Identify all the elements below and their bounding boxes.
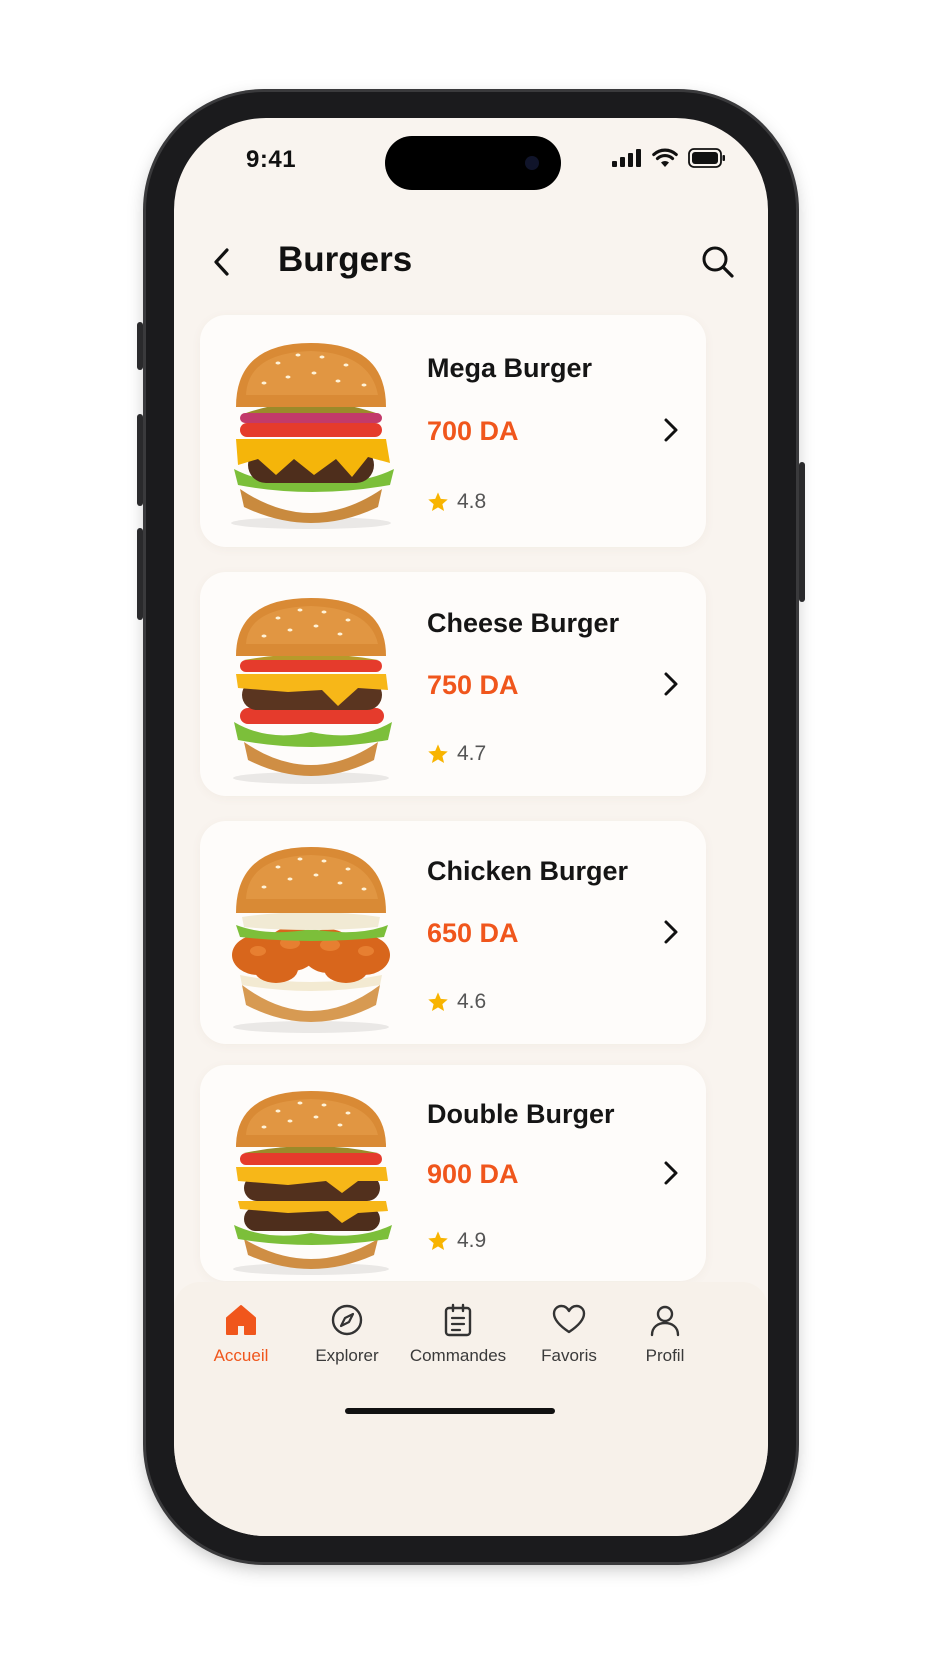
tab-favoris[interactable]: Favoris bbox=[514, 1300, 624, 1366]
rating-value: 4.9 bbox=[457, 1229, 487, 1252]
volume-down-button bbox=[137, 528, 143, 620]
star-icon bbox=[428, 992, 448, 1011]
product-name: Chicken Burger bbox=[427, 856, 629, 886]
rating-value: 4.8 bbox=[457, 490, 487, 513]
tab-explorer[interactable]: Explorer bbox=[292, 1300, 402, 1366]
status-icons bbox=[612, 148, 726, 168]
action-button bbox=[137, 322, 143, 370]
chevron-right-icon bbox=[658, 917, 684, 947]
tab-commandes[interactable]: Commandes bbox=[403, 1300, 513, 1366]
product-name: Cheese Burger bbox=[427, 608, 620, 638]
cellular-signal-icon bbox=[612, 149, 641, 167]
product-rating: 4.6 bbox=[427, 990, 486, 1014]
burger-image bbox=[233, 1091, 392, 1275]
phone-frame: 9:41 Burgers Mega Burger 700 DA 4.8 Chee… bbox=[137, 92, 805, 1562]
heart-icon bbox=[549, 1300, 589, 1340]
dynamic-island bbox=[385, 136, 561, 190]
product-card-cheese-burger[interactable]: Cheese Burger 750 DA 4.7 bbox=[200, 572, 706, 796]
front-camera bbox=[525, 156, 539, 170]
search-icon bbox=[702, 246, 734, 278]
home-indicator[interactable] bbox=[345, 1408, 555, 1414]
chevron-right-icon bbox=[658, 1158, 684, 1188]
product-card-mega-burger[interactable]: Mega Burger 700 DA 4.8 bbox=[200, 315, 706, 547]
page-header: Burgers bbox=[174, 228, 768, 298]
tab-profil[interactable]: Profil bbox=[610, 1300, 720, 1366]
product-rating: 4.7 bbox=[427, 742, 486, 766]
chevron-right-icon bbox=[658, 415, 684, 445]
tab-label: Favoris bbox=[541, 1346, 597, 1365]
product-name: Mega Burger bbox=[427, 353, 593, 383]
power-button bbox=[799, 462, 805, 602]
tab-label: Accueil bbox=[213, 1346, 269, 1365]
tab-label: Commandes bbox=[409, 1346, 507, 1365]
app-screen: 9:41 Burgers Mega Burger 700 DA 4.8 Chee… bbox=[174, 118, 768, 1536]
product-price: 700 DA bbox=[427, 416, 519, 446]
rating-value: 4.6 bbox=[457, 990, 487, 1013]
search-button[interactable] bbox=[696, 240, 740, 284]
rating-value: 4.7 bbox=[457, 742, 487, 765]
wifi-icon bbox=[652, 148, 678, 167]
tab-accueil[interactable]: Accueil bbox=[186, 1300, 296, 1366]
chevron-right-icon bbox=[658, 669, 684, 699]
product-card-chicken-burger[interactable]: Chicken Burger 650 DA 4.6 bbox=[200, 821, 706, 1044]
star-icon bbox=[428, 1231, 448, 1250]
burger-image bbox=[232, 847, 390, 1033]
product-rating: 4.8 bbox=[427, 490, 486, 514]
product-rating: 4.9 bbox=[427, 1229, 486, 1253]
compass-icon bbox=[327, 1300, 367, 1340]
product-name: Double Burger bbox=[427, 1099, 615, 1129]
chevron-left-icon bbox=[214, 248, 229, 276]
burger-image bbox=[231, 343, 394, 529]
product-price: 900 DA bbox=[427, 1159, 519, 1189]
tab-label: Profil bbox=[645, 1346, 685, 1365]
star-icon bbox=[428, 744, 448, 763]
user-icon bbox=[645, 1300, 685, 1340]
product-price: 750 DA bbox=[427, 670, 519, 700]
clipboard-icon bbox=[438, 1300, 478, 1340]
page-title: Burgers bbox=[278, 240, 413, 279]
tab-label: Explorer bbox=[315, 1346, 379, 1365]
product-card-double-burger[interactable]: Double Burger 900 DA 4.9 bbox=[200, 1065, 706, 1281]
back-button[interactable] bbox=[204, 242, 240, 282]
star-icon bbox=[428, 492, 448, 511]
product-price: 650 DA bbox=[427, 918, 519, 948]
burger-image bbox=[233, 598, 392, 784]
status-time: 9:41 bbox=[246, 146, 297, 173]
home-icon bbox=[221, 1300, 261, 1340]
volume-up-button bbox=[137, 414, 143, 506]
battery-icon bbox=[688, 148, 725, 168]
